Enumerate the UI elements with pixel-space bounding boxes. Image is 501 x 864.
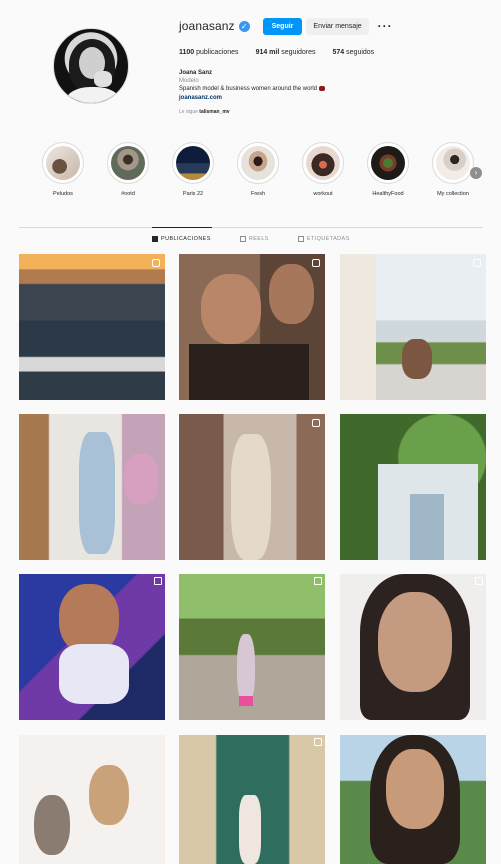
profile-website-link[interactable]: joanasanz.com [179, 94, 489, 102]
highlight-thumbnail [436, 146, 470, 180]
post-thumbnail[interactable] [19, 414, 165, 560]
followed-by-prefix: Le sigue [179, 108, 198, 115]
highlight-thumbnail [306, 146, 340, 180]
tabs-divider [19, 227, 483, 228]
highlight-item[interactable]: Paris 22 [168, 142, 218, 197]
post-thumbnail[interactable] [340, 574, 486, 720]
highlight-thumbnail [46, 146, 80, 180]
video-icon [475, 577, 483, 585]
highlight-thumbnail [111, 146, 145, 180]
highlight-item[interactable]: Fresh [233, 142, 283, 197]
tagged-icon [297, 236, 304, 242]
profile-username: joanasanz [179, 19, 235, 33]
verified-badge-icon: ✓ [238, 20, 250, 32]
following-stat[interactable]: 574 seguidos [333, 49, 375, 56]
highlight-thumbnail [176, 146, 210, 180]
tab-tagged-label: ETIQUETADAS [306, 236, 350, 242]
followed-by-user[interactable]: talisman_mv [199, 109, 229, 115]
followers-count: 914 mil [255, 49, 280, 56]
post-thumbnail[interactable] [340, 414, 486, 560]
tab-posts-label: PUBLICACIONES [161, 236, 211, 242]
follow-button[interactable]: Seguir [262, 17, 303, 35]
story-highlights: Peludos #ootd Paris 22 Fresh workout Hea… [38, 142, 498, 202]
tab-reels[interactable]: REELS [239, 236, 269, 242]
following-count: 574 [332, 49, 345, 56]
highlight-label: #ootd [121, 191, 135, 197]
highlight-label: workout [313, 191, 333, 197]
posts-count: 1100 [179, 49, 195, 56]
highlight-item[interactable]: workout [298, 142, 348, 197]
grid-icon [152, 236, 158, 242]
post-thumbnail[interactable] [19, 735, 165, 864]
post-thumbnail[interactable] [179, 574, 325, 720]
profile-tabs: PUBLICACIONES REELS ETIQUETADAS [152, 236, 379, 242]
highlight-label: My collection [437, 191, 469, 197]
instagram-profile-page: joanasanz ✓ Seguir Enviar mensaje ··· 11… [0, 0, 501, 864]
tab-reels-label: REELS [248, 236, 269, 242]
post-thumbnail[interactable] [19, 254, 165, 400]
highlight-label: HealthyFood [372, 191, 404, 197]
bio-text: Spanish model & business women around th… [179, 86, 318, 93]
active-tab-indicator [152, 227, 212, 228]
post-thumbnail[interactable] [340, 254, 486, 400]
post-thumbnail[interactable] [19, 574, 165, 720]
carousel-icon [312, 419, 320, 427]
profile-category: Modelo [179, 78, 199, 85]
more-options-icon[interactable]: ··· [378, 20, 393, 32]
video-icon [314, 738, 322, 746]
tab-posts[interactable]: PUBLICACIONES [152, 236, 211, 242]
profile-info: joanasanz ✓ Seguir Enviar mensaje ··· 11… [179, 16, 489, 115]
highlight-label: Fresh [250, 191, 266, 197]
send-message-button[interactable]: Enviar mensaje [306, 17, 369, 35]
post-thumbnail[interactable] [179, 254, 325, 400]
heart-icon [318, 86, 325, 92]
post-thumbnail[interactable] [179, 414, 325, 560]
posts-label: publicaciones [196, 49, 239, 56]
profile-bio-line: Spanish model & business women around th… [179, 85, 489, 93]
highlight-item[interactable]: HealthyFood [363, 142, 413, 197]
carousel-icon [152, 259, 160, 267]
highlight-thumbnail [371, 146, 405, 180]
highlight-item[interactable]: Peludos [38, 142, 88, 197]
post-thumbnail[interactable] [179, 735, 325, 864]
highlight-label: Paris 22 [182, 191, 204, 197]
profile-header-row: joanasanz ✓ Seguir Enviar mensaje ··· [179, 16, 489, 36]
following-label: seguidos [346, 49, 375, 56]
highlight-label: Peludos [53, 191, 73, 197]
video-icon [154, 577, 162, 585]
profile-full-name: Joana Sanz [179, 70, 213, 76]
followers-label: seguidores [281, 49, 316, 56]
carousel-icon [473, 259, 481, 267]
profile-bio: Joana Sanz Modelo Spanish model & busine… [179, 69, 489, 102]
tab-tagged[interactable]: ETIQUETADAS [297, 236, 350, 242]
reels-icon [239, 236, 246, 242]
posts-stat: 1100 publicaciones [179, 49, 239, 56]
profile-stats: 1100 publicaciones 914 mil seguidores 57… [179, 49, 489, 56]
chevron-right-icon[interactable]: › [470, 167, 482, 179]
followers-stat[interactable]: 914 mil seguidores [256, 49, 316, 56]
carousel-icon [312, 259, 320, 267]
highlight-item[interactable]: #ootd [103, 142, 153, 197]
highlight-thumbnail [241, 146, 275, 180]
profile-avatar[interactable] [53, 28, 129, 104]
followed-by: Le sigue talisman_mv [179, 109, 489, 115]
video-icon [314, 577, 322, 585]
post-thumbnail[interactable] [340, 735, 486, 864]
